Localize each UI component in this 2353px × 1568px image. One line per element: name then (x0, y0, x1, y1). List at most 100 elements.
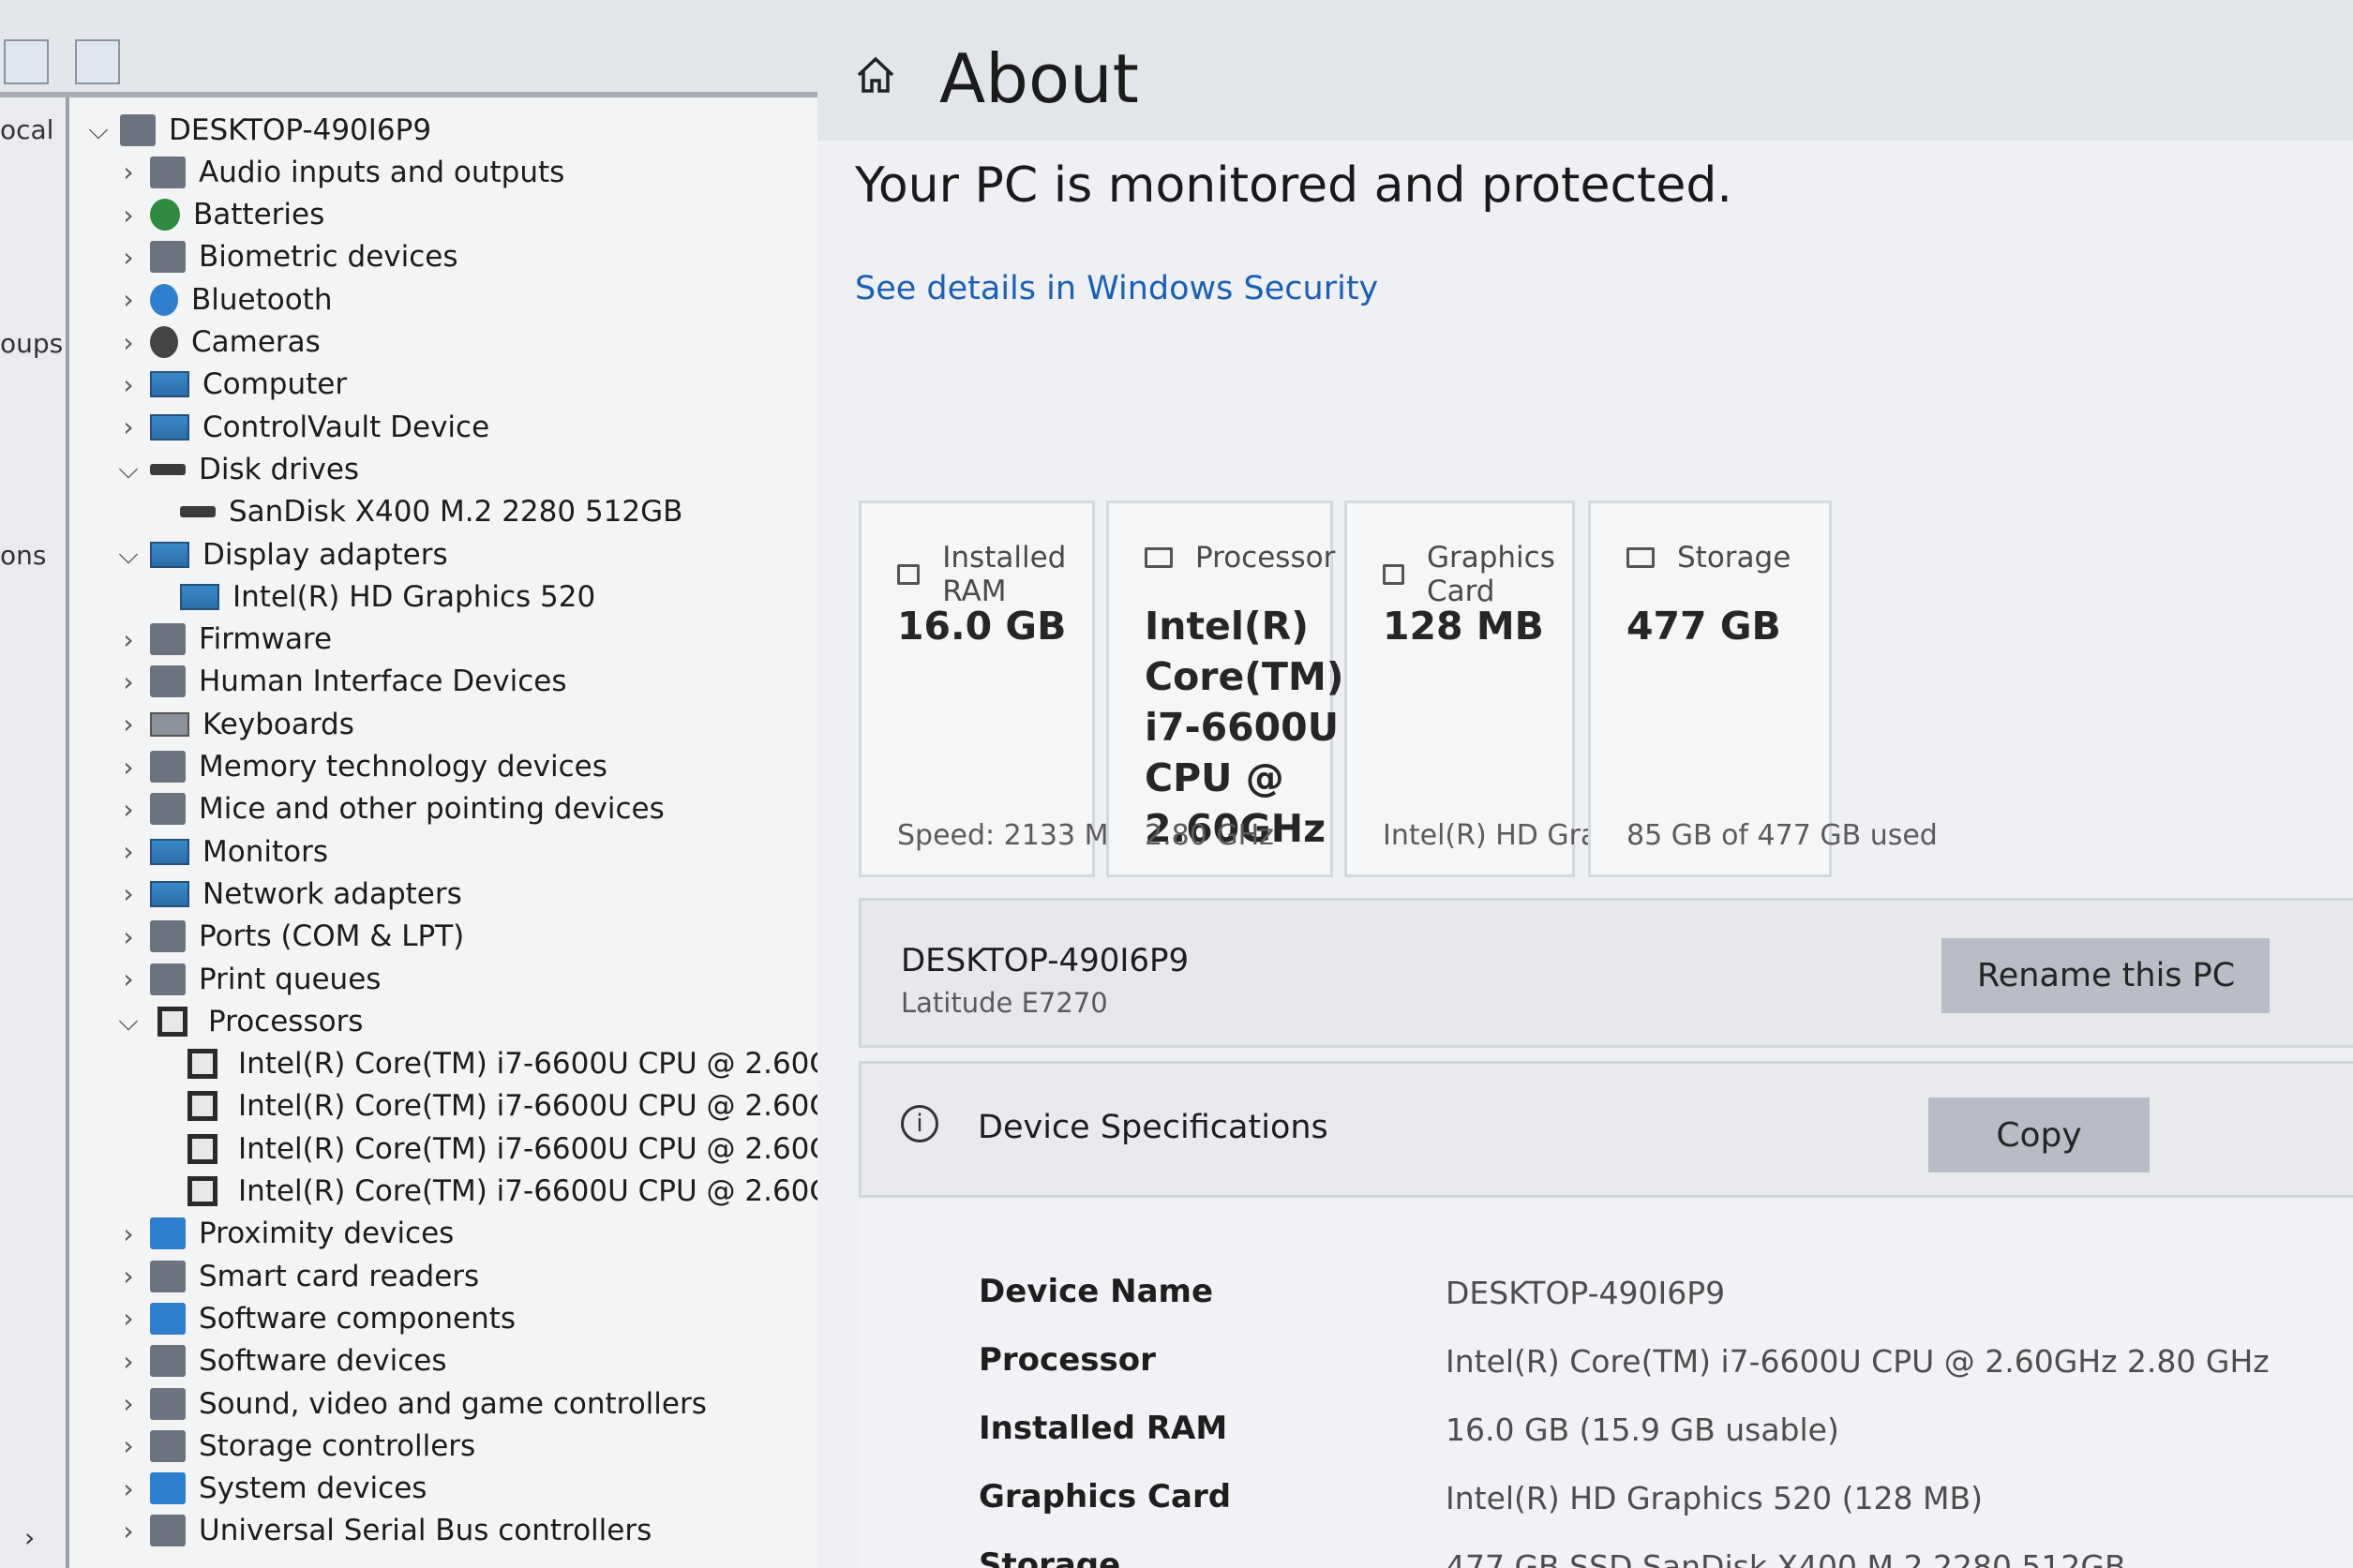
tree-child-item[interactable]: Intel(R) Core(TM) i7-6600U CPU @ 2.60GHz (137, 1127, 817, 1170)
tree-item-label: Cameras (191, 325, 321, 359)
chevron-right-icon[interactable]: › (107, 1430, 150, 1461)
tree-node[interactable]: › Bluetooth (107, 278, 332, 321)
chevron-right-icon[interactable]: › (107, 921, 150, 952)
tree-node[interactable]: › Biometric devices (107, 236, 457, 278)
tree-node[interactable]: › Proximity devices (107, 1213, 454, 1255)
tree-item-label: Network adapters (202, 876, 462, 911)
processor-icon (187, 1091, 217, 1122)
chevron-right-icon[interactable]: › (107, 963, 150, 994)
hid-icon (150, 665, 186, 698)
tree-node[interactable]: › Memory technology devices (107, 746, 607, 788)
tree-node[interactable]: › Computer (107, 364, 347, 406)
tree-node[interactable]: › Keyboards (107, 703, 354, 745)
chevron-down-icon[interactable]: ⌵ (77, 114, 120, 146)
tree-node[interactable]: › ControlVault Device (107, 406, 489, 448)
network-icon (150, 880, 189, 907)
tree-node[interactable]: › Batteries (107, 194, 324, 236)
tree-child-item[interactable]: Intel(R) HD Graphics 520 (137, 575, 595, 618)
tree-node[interactable]: › System devices (107, 1468, 427, 1510)
chevron-down-icon[interactable]: ⌵ (107, 454, 150, 485)
chevron-right-icon[interactable]: › (107, 666, 150, 697)
chevron-right-icon[interactable]: › (107, 624, 150, 655)
chevron-right-icon[interactable]: › (107, 200, 150, 231)
sidenav-item-local[interactable]: ocal (0, 114, 53, 145)
tree-item-label: Proximity devices (199, 1217, 455, 1251)
chevron-right-icon[interactable]: › (107, 1473, 150, 1504)
sound-icon (150, 1387, 186, 1420)
tree-node[interactable]: › Ports (COM & LPT) (107, 916, 464, 958)
processor-icon (157, 1006, 187, 1037)
spec-card: Graphics Card 128 MB Intel(R) HD Graphics … (1344, 500, 1734, 877)
scan-hardware-icon[interactable] (75, 39, 120, 84)
tree-node[interactable]: › Monitors (107, 830, 328, 873)
chevron-right-icon[interactable]: › (107, 1303, 150, 1334)
tree-item-label: SanDisk X400 M.2 2280 512GB (229, 495, 683, 530)
chevron-right-icon[interactable]: › (107, 284, 150, 315)
card-header: Processor (1145, 541, 1335, 575)
chevron-right-icon[interactable]: › (107, 794, 150, 825)
chevron-right-icon[interactable]: › (107, 242, 150, 273)
tree-node[interactable]: › Human Interface Devices (107, 661, 566, 703)
computer-icon (120, 113, 156, 146)
chevron-right-icon[interactable]: › (107, 327, 150, 358)
tree-item-label: Display adapters (202, 537, 448, 572)
tree-node[interactable]: ⌵ Display adapters (107, 533, 448, 575)
camera-icon (150, 326, 178, 358)
tree-node[interactable]: › Storage controllers (107, 1425, 475, 1467)
tree-child-item[interactable]: SanDisk X400 M.2 2280 512GB (137, 491, 682, 533)
tree-child-item[interactable]: Intel(R) Core(TM) i7-6600U CPU @ 2.60GHz (137, 1085, 817, 1127)
chevron-right-icon[interactable]: › (107, 1261, 150, 1292)
tree-node[interactable]: ⌵ Processors (107, 1000, 363, 1042)
tree-node[interactable]: › Software devices (107, 1340, 446, 1382)
tree-item-label: Computer (202, 367, 348, 402)
chevron-down-icon[interactable]: ⌵ (107, 1006, 150, 1038)
tree-node[interactable]: ⌵ Disk drives (107, 448, 359, 490)
tree-item-label: Batteries (193, 198, 325, 232)
sidenav-item-options[interactable]: ons (0, 540, 46, 571)
chevron-right-icon[interactable]: › (24, 1522, 35, 1553)
chevron-right-icon[interactable]: › (107, 709, 150, 739)
sidenav-item-groups[interactable]: oups (0, 328, 63, 359)
tree-node[interactable]: › Universal Serial Bus controllers (107, 1510, 652, 1552)
card-header: Storage (1626, 541, 1791, 575)
spec-key: Processor (979, 1341, 1156, 1379)
chevron-right-icon[interactable]: › (107, 1388, 150, 1419)
chevron-right-icon[interactable]: › (107, 1346, 150, 1377)
chevron-down-icon[interactable]: ⌵ (107, 539, 150, 571)
chevron-right-icon[interactable]: › (107, 752, 150, 783)
chevron-right-icon[interactable]: › (107, 836, 150, 867)
spec-row: Graphics Card Intel(R) HD Graphics 520 (1… (859, 1478, 2353, 1534)
chevron-right-icon[interactable]: › (107, 411, 150, 442)
gpu-icon (1383, 564, 1404, 585)
tree-node[interactable]: › Print queues (107, 958, 381, 1000)
device-manager-toolbar (0, 0, 817, 97)
tree-node[interactable]: › Audio inputs and outputs (107, 151, 564, 193)
tree-child-item[interactable]: Intel(R) Core(TM) i7-6600U CPU @ 2.60GHz (137, 1043, 817, 1085)
tree-node[interactable]: › Mice and other pointing devices (107, 788, 664, 830)
tree-node[interactable]: › Cameras (107, 321, 321, 364)
tree-item-label: Universal Serial Bus controllers (199, 1514, 652, 1548)
tree-node[interactable]: › Network adapters (107, 873, 462, 915)
windows-security-link[interactable]: See details in Windows Security (855, 270, 1378, 307)
pc-name: DESKTOP-490I6P9 (901, 942, 1190, 979)
tree-root[interactable]: ⌵ DESKTOP-490I6P9 (77, 109, 431, 151)
chevron-right-icon[interactable]: › (107, 157, 150, 187)
tree-node[interactable]: › Smart card readers (107, 1255, 479, 1297)
tree-child-item[interactable]: Intel(R) Core(TM) i7-6600U CPU @ 2.60GHz (137, 1171, 817, 1213)
device-specifications-header[interactable]: i Device Specifications Copy ⌃ (859, 1061, 2353, 1198)
chevron-right-icon[interactable]: › (107, 1516, 150, 1546)
cpu-icon (1145, 547, 1173, 568)
tree-item-label: Keyboards (202, 707, 354, 741)
tree-node[interactable]: › Firmware (107, 619, 332, 661)
chevron-right-icon[interactable]: › (107, 1218, 150, 1249)
tree-node[interactable]: › Software components (107, 1297, 516, 1339)
properties-view-icon[interactable] (4, 39, 49, 84)
home-icon[interactable] (855, 54, 896, 96)
rename-pc-button[interactable]: Rename this PC (1941, 938, 2270, 1013)
info-icon: i (901, 1105, 938, 1142)
proximity-icon (150, 1217, 186, 1250)
chevron-right-icon[interactable]: › (107, 878, 150, 909)
tree-node[interactable]: › Sound, video and game controllers (107, 1382, 706, 1425)
chevron-right-icon[interactable]: › (107, 369, 150, 400)
copy-button[interactable]: Copy (1928, 1098, 2150, 1172)
